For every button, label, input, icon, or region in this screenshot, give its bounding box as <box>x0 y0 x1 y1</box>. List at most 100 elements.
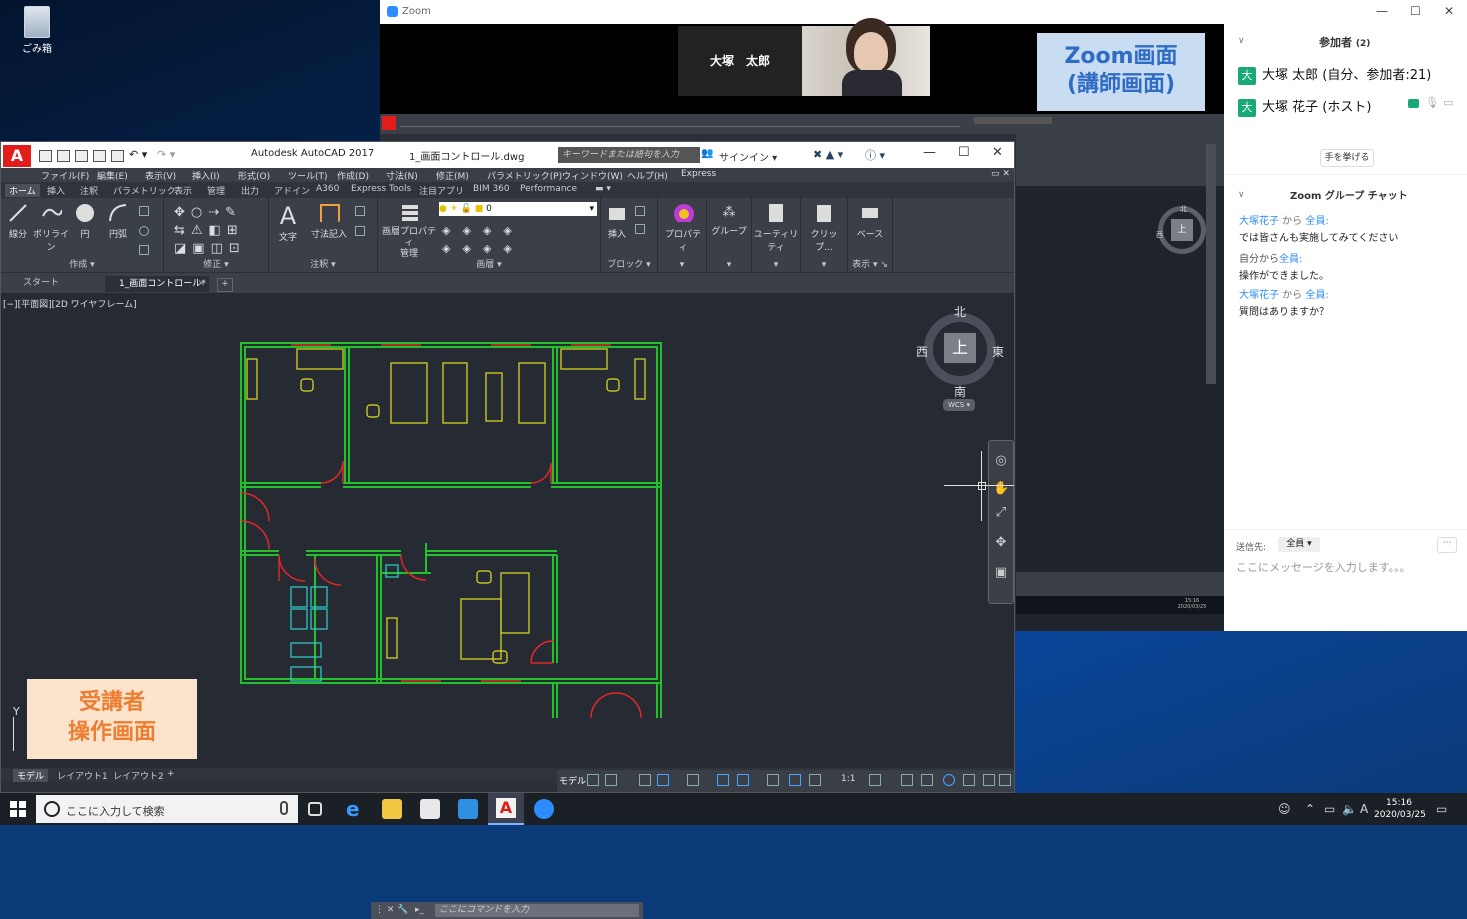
properties-tool[interactable]: プロパティ <box>662 202 704 253</box>
annotation-monitor-icon[interactable] <box>901 774 913 786</box>
signin-button[interactable]: サインイン ▾ <box>719 149 777 164</box>
pan-hand-icon[interactable]: ✋ <box>993 481 1009 497</box>
layer-tool-icons[interactable]: ◈◈◈◈ ◈◈◈◈ <box>442 222 524 258</box>
tab-insert[interactable]: 挿入 <box>47 184 65 197</box>
annotation-scale[interactable]: 1:1 <box>841 774 855 784</box>
participant-item[interactable]: 大大塚 太郎 (自分、参加者:21) <box>1238 64 1463 85</box>
redo-icon[interactable]: ↷ ▾ <box>157 148 175 161</box>
store-icon[interactable] <box>420 799 440 819</box>
menu-tools[interactable]: ツール(T) <box>288 169 328 182</box>
fullscreen-icon[interactable] <box>983 774 995 786</box>
autoscale-icon[interactable] <box>809 774 821 786</box>
clipboard-tool[interactable]: クリップ... <box>803 202 845 253</box>
tab-bim360[interactable]: BIM 360 <box>473 184 510 194</box>
showmotion-icon[interactable]: ▣ <box>993 565 1009 581</box>
collapse-chat-icon[interactable]: ∨ <box>1238 190 1245 200</box>
doc-controls[interactable]: ▭ ✕ <box>991 169 1010 179</box>
tab-output[interactable]: 出力 <box>241 184 259 197</box>
autocad-taskbar-button[interactable]: A <box>488 793 524 825</box>
layers-group-label[interactable]: 画層 ▾ <box>378 257 600 270</box>
menu-edit[interactable]: 編集(E) <box>97 169 128 182</box>
menu-dimension[interactable]: 寸法(N) <box>386 169 418 182</box>
recycle-bin-shortcut[interactable]: ごみ箱 <box>14 6 60 55</box>
units-icon[interactable] <box>921 774 933 786</box>
more-options-button[interactable]: ··· <box>1437 537 1457 553</box>
people-icon[interactable]: ☺ <box>1278 802 1291 816</box>
menu-parametric[interactable]: パラメトリック(P) <box>487 169 562 182</box>
tab-addins[interactable]: アドイン <box>274 184 310 197</box>
tab-parametric[interactable]: パラメトリック <box>113 184 176 197</box>
minimize-icon[interactable]: — <box>1376 4 1388 18</box>
mail-icon[interactable] <box>458 799 478 819</box>
steering-wheel-icon[interactable]: ◎ <box>993 453 1009 469</box>
model-space-button[interactable]: モデル <box>559 774 586 787</box>
participant-item[interactable]: 大大塚 花子 (ホスト) 🎙 ▭ <box>1238 96 1463 117</box>
menu-window[interactable]: ウィンドウ(W) <box>562 169 623 182</box>
ortho-icon[interactable] <box>639 774 651 786</box>
grid-icon[interactable] <box>587 774 599 786</box>
3d-osnap-icon[interactable] <box>737 774 749 786</box>
chat-message-input[interactable]: ここにメッセージを入力します。。。 <box>1236 559 1411 575</box>
annotation-visibility-icon[interactable] <box>789 774 801 786</box>
tab-model[interactable]: モデル <box>13 769 49 782</box>
tab-annotate[interactable]: 注釈 <box>80 184 98 197</box>
viewcube[interactable]: 上 北 南 西 東 <box>916 305 1004 399</box>
isolate-objects-icon[interactable] <box>963 774 975 786</box>
menu-help[interactable]: ヘルプ(H) <box>627 169 668 182</box>
new-tab-button[interactable]: + <box>217 278 233 292</box>
annotation-group-label[interactable]: 注釈 ▾ <box>269 257 377 270</box>
tab-manage[interactable]: 管理 <box>207 184 225 197</box>
hardware-accel-icon[interactable] <box>943 774 955 786</box>
network-icon[interactable]: ▭ <box>1324 802 1335 816</box>
taskbar-search-box[interactable]: ここに入力して検索 <box>36 795 298 823</box>
modify-tool-icons[interactable]: ✥○⇢✎ ⇆⚠◧⊞ ◪▣◫⊡ <box>174 204 246 258</box>
circle-tool[interactable]: 円 <box>73 202 97 240</box>
edge-browser-icon[interactable]: e <box>346 799 366 819</box>
tab-drawing-file[interactable]: 1_画面コントロール* ✕ <box>105 276 209 292</box>
drawing-viewport[interactable]: [−][平面図][2D ワイヤフレーム] 上 北 南 西 東 WCS ▾ ◎ ✋… <box>1 293 1014 919</box>
menu-modify[interactable]: 修正(M) <box>436 169 469 182</box>
tab-start[interactable]: スタート <box>7 276 97 290</box>
arc-tool[interactable]: 円弧 <box>105 202 131 240</box>
group-tool[interactable]: ⁂ グループ <box>709 202 749 237</box>
workspace-gear-icon[interactable] <box>869 774 881 786</box>
command-input[interactable]: ここにコマンドを入力 <box>435 904 639 917</box>
mic-icon[interactable]: 🎙 <box>1425 96 1439 109</box>
ribbon-toggle-icon[interactable]: ▬ ▾ <box>595 184 611 194</box>
hatch-icon[interactable] <box>139 226 149 236</box>
polar-icon[interactable] <box>657 774 669 786</box>
new-file-icon[interactable] <box>39 150 52 162</box>
text-tool[interactable]: A 文字 <box>275 202 301 243</box>
menu-express[interactable]: Express <box>681 169 716 179</box>
maximize-icon[interactable]: ☐ <box>958 145 970 160</box>
edit-block-icon[interactable] <box>635 224 645 234</box>
lineweight-icon[interactable] <box>767 774 779 786</box>
menu-view[interactable]: 表示(V) <box>145 169 176 182</box>
task-view-icon[interactable] <box>308 802 322 816</box>
action-center-icon[interactable]: ▭ <box>1436 802 1447 816</box>
layer-properties-tool[interactable]: 画層プロパティ 管理 <box>380 202 438 260</box>
add-layout-button[interactable]: + <box>167 769 175 779</box>
zoom-extents-icon[interactable]: ⤢ <box>993 505 1009 521</box>
menu-format[interactable]: 形式(O) <box>238 169 270 182</box>
menu-insert[interactable]: 挿入(I) <box>192 169 220 182</box>
snap-icon[interactable] <box>605 774 617 786</box>
modify-group-label[interactable]: 修正 ▾ <box>164 257 268 270</box>
viewport-controls[interactable]: [−][平面図][2D ワイヤフレーム] <box>3 297 137 310</box>
tab-express-tools[interactable]: Express Tools <box>351 184 411 194</box>
print-icon[interactable] <box>111 150 124 162</box>
gradient-icon[interactable] <box>139 245 149 255</box>
customization-menu-icon[interactable] <box>999 774 1011 786</box>
open-file-icon[interactable] <box>57 150 70 162</box>
windows-start-icon[interactable] <box>10 801 26 817</box>
block-group-label[interactable]: ブロック ▾ <box>601 257 657 270</box>
tab-layout2[interactable]: レイアウト2 <box>113 769 164 782</box>
table-icon[interactable] <box>355 226 365 236</box>
tab-home[interactable]: ホーム <box>5 184 40 197</box>
camera-icon[interactable]: ▭ <box>1443 96 1453 109</box>
wcs-menu[interactable]: WCS ▾ <box>943 399 975 411</box>
autocad-app-menu-icon[interactable]: A <box>3 145 31 167</box>
leader-icon[interactable] <box>355 206 365 216</box>
tab-view[interactable]: 表示 <box>174 184 192 197</box>
minimize-icon[interactable]: — <box>923 145 936 160</box>
